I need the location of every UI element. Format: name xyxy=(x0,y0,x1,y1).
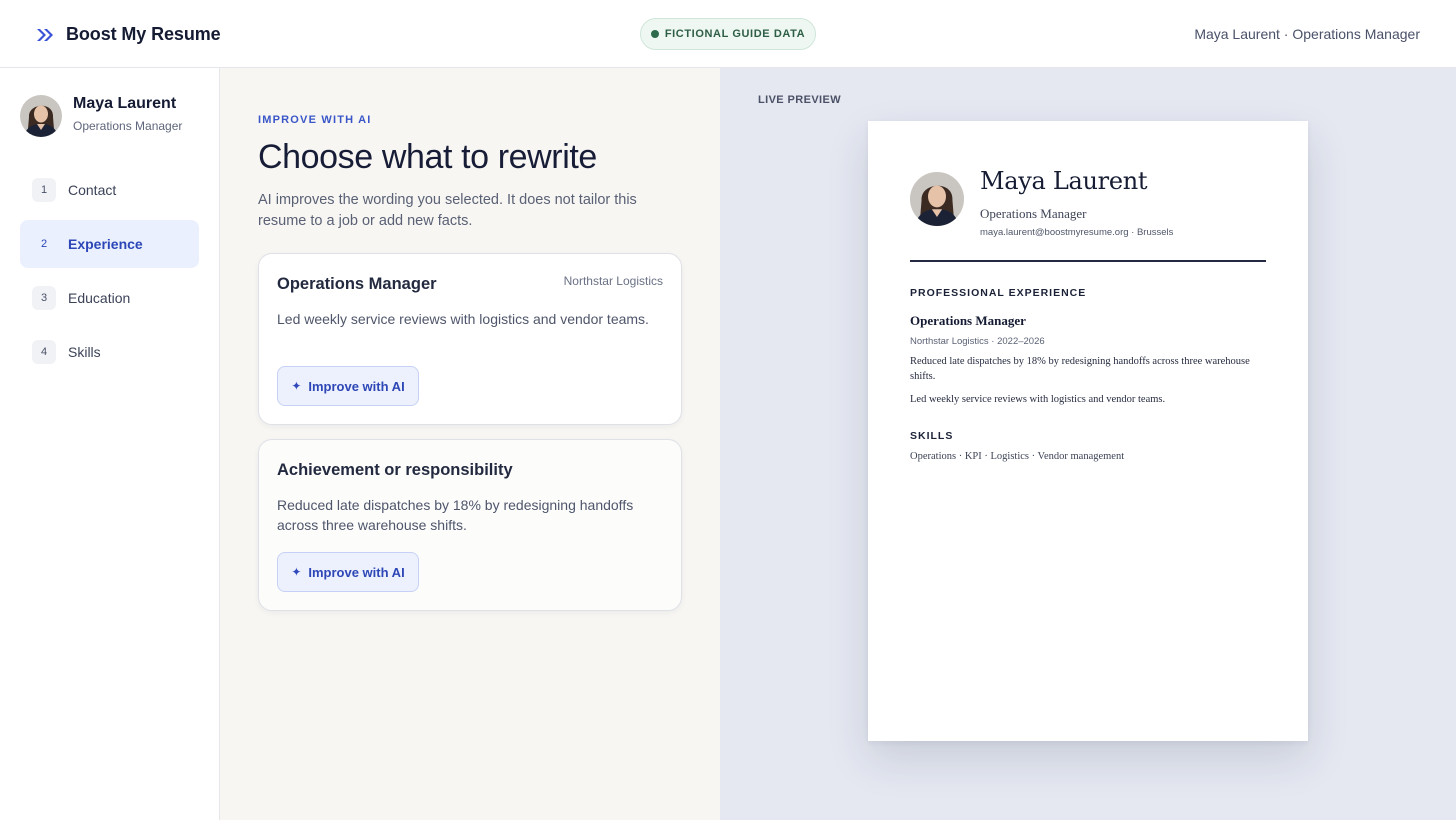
sidebar-item-contact[interactable]: 1 Contact xyxy=(20,166,199,214)
page-description: AI improves the wording you selected. It… xyxy=(258,192,637,229)
brand[interactable]: Boost My Resume xyxy=(36,24,221,45)
card-text: Led weekly service reviews with logistic… xyxy=(277,311,649,327)
sparkle-icon: ✦ xyxy=(291,379,302,393)
resume-bullet: Reduced late dispatches by 18% by redesi… xyxy=(910,356,1250,382)
avatar xyxy=(20,95,62,137)
card-title: Achievement or responsibility xyxy=(277,461,513,479)
resume-role: Operations Manager xyxy=(980,206,1087,221)
double-chevron-right-icon xyxy=(36,28,54,42)
rewrite-card-job[interactable]: Operations Manager Northstar Logistics L… xyxy=(258,253,682,425)
sidebar-item-label: Contact xyxy=(68,182,117,198)
improve-button-label: Improve with AI xyxy=(308,378,405,394)
resume-skills-heading: SKILLS xyxy=(910,430,954,442)
improve-with-ai-button[interactable]: ✦ Improve with AI xyxy=(277,552,419,592)
page-title: Choose what to rewrite xyxy=(258,138,597,176)
resume-name: Maya Laurent xyxy=(980,167,1148,195)
resume-contact: maya.laurent@boostmyresume.org · Brussel… xyxy=(980,227,1174,238)
sidebar: Maya Laurent Operations Manager 1 Contac… xyxy=(0,68,220,820)
step-number: 4 xyxy=(32,340,56,364)
improve-button-label: Improve with AI xyxy=(308,564,405,580)
profile-name: Maya Laurent xyxy=(73,95,177,112)
card-text: Reduced late dispatches by 18% by redesi… xyxy=(277,497,634,533)
resume-preview: Maya Laurent Operations Manager maya.lau… xyxy=(868,121,1308,741)
user-summary: Maya Laurent · Operations Manager xyxy=(1194,26,1420,42)
live-preview-pane: LIVE PREVIEW Maya Laurent Operations Man… xyxy=(720,68,1456,820)
rewrite-panel: IMPROVE WITH AI Choose what to rewrite A… xyxy=(220,68,720,820)
sidebar-item-label: Skills xyxy=(68,344,101,360)
sidebar-item-education[interactable]: 3 Education xyxy=(20,274,199,322)
step-number: 1 xyxy=(32,178,56,202)
sidebar-item-skills[interactable]: 4 Skills xyxy=(20,328,199,376)
brand-name: Boost My Resume xyxy=(66,24,221,44)
top-bar: Boost My Resume FICTIONAL GUIDE DATA May… xyxy=(0,0,1456,68)
fictional-data-label: FICTIONAL GUIDE DATA xyxy=(664,28,806,40)
resume-divider xyxy=(910,260,1266,262)
card-title: Operations Manager xyxy=(277,275,437,293)
resume-bullet: Led weekly service reviews with logistic… xyxy=(910,394,1166,405)
resume-job-title: Operations Manager xyxy=(910,313,1026,328)
resume-experience-heading: PROFESSIONAL EXPERIENCE xyxy=(910,287,1087,299)
resume-skills: Operations · KPI · Logistics · Vendor ma… xyxy=(910,451,1125,462)
fictional-data-badge: FICTIONAL GUIDE DATA xyxy=(640,18,816,50)
section-eyebrow: IMPROVE WITH AI xyxy=(258,114,372,126)
step-number: 2 xyxy=(40,238,48,250)
card-company: Northstar Logistics xyxy=(563,274,663,288)
step-nav: 1 Contact 2 Experience 3 Education 4 Ski… xyxy=(20,166,199,382)
improve-with-ai-button[interactable]: ✦ Improve with AI xyxy=(277,366,419,406)
profile-role: Operations Manager xyxy=(73,119,183,133)
sidebar-item-experience[interactable]: 2 Experience xyxy=(20,220,199,268)
rewrite-card-achievement[interactable]: Achievement or responsibility Reduced la… xyxy=(258,439,682,611)
resume-avatar xyxy=(910,172,964,226)
sparkle-icon: ✦ xyxy=(291,565,302,579)
step-number: 3 xyxy=(32,286,56,310)
sidebar-item-label: Education xyxy=(68,290,131,306)
sidebar-item-label: Experience xyxy=(68,236,143,252)
preview-label: LIVE PREVIEW xyxy=(758,94,842,106)
profile-header: Maya Laurent Operations Manager xyxy=(20,95,182,137)
resume-job-meta: Northstar Logistics · 2022–2026 xyxy=(910,336,1045,347)
status-dot-icon xyxy=(650,30,659,38)
